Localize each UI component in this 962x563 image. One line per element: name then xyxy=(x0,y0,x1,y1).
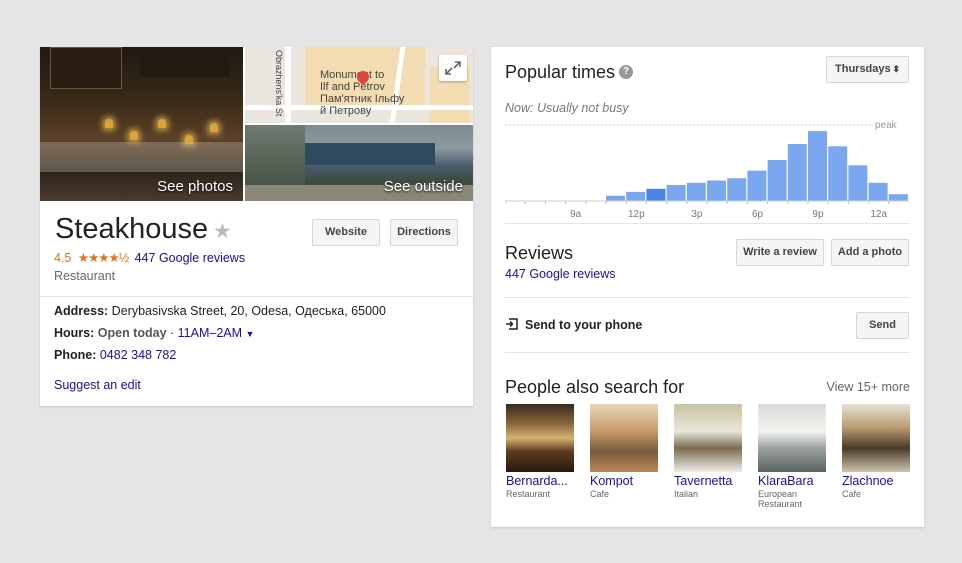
item-name[interactable]: Bernarda... xyxy=(506,474,576,488)
street-label: Obrazhens'ka St xyxy=(274,50,284,117)
send-button[interactable]: Send xyxy=(856,312,909,339)
address-value: Derybasivska Street, 20, Odesa, Одеська,… xyxy=(111,304,386,318)
divider xyxy=(505,352,910,353)
place-category: Restaurant xyxy=(54,269,116,283)
rating-value: 4.5 xyxy=(54,251,72,265)
chart-bar-12a[interactable] xyxy=(868,182,888,201)
reviews-link[interactable]: 447 Google reviews xyxy=(135,251,245,265)
item-type: Cafe xyxy=(590,489,610,499)
street-view-thumbnail[interactable]: See outside xyxy=(245,125,473,201)
chart-bar-11a[interactable] xyxy=(606,195,625,201)
also-search-item[interactable]: Bernarda... Restaurant xyxy=(506,404,576,499)
chart-bar-7p[interactable] xyxy=(767,160,787,201)
place-title: Steakhouse xyxy=(55,213,209,245)
item-type: Italian xyxy=(674,489,699,499)
chart-bar-4p[interactable] xyxy=(707,180,726,202)
chart-bar-2p[interactable] xyxy=(666,185,686,201)
day-select-value: Thursdays xyxy=(835,63,891,75)
map-thumbnail[interactable]: Obrazhens'ka St Monument to Ilf and Petr… xyxy=(245,47,473,123)
expand-icon xyxy=(445,61,461,75)
photo-interior[interactable]: See photos xyxy=(40,47,243,201)
chart-bar-5p[interactable] xyxy=(727,178,747,201)
chart-bar-6p[interactable] xyxy=(747,170,767,201)
peak-label: peak xyxy=(875,120,898,131)
send-to-phone-label: Send to your phone xyxy=(525,318,643,332)
thumbnail[interactable] xyxy=(590,404,658,472)
also-search-item[interactable]: Zlachnoe Cafe xyxy=(842,404,912,499)
day-select[interactable]: Thursdays ⬍ xyxy=(826,56,909,83)
divider xyxy=(505,223,910,224)
item-type: Cafe xyxy=(842,489,862,499)
hours-label: Hours: xyxy=(54,326,95,340)
divider xyxy=(505,297,910,298)
map-label: й Петрову xyxy=(320,105,372,117)
reviews-title: Reviews xyxy=(505,243,574,263)
phone-label: Phone: xyxy=(54,348,97,362)
rating-row: 4.5 ★★★★½ 447 Google reviews xyxy=(54,250,245,265)
hours-row: Hours: Open today · 11AM–2AM ▼ xyxy=(54,326,254,340)
hours-status: Open today xyxy=(97,326,167,340)
directions-button[interactable]: Directions xyxy=(390,219,458,246)
help-icon[interactable]: ? xyxy=(619,65,633,79)
expand-map-button[interactable] xyxy=(439,55,467,81)
write-review-button[interactable]: Write a review xyxy=(736,239,824,266)
suggest-edit-link[interactable]: Suggest an edit xyxy=(54,378,141,392)
see-photos-label[interactable]: See photos xyxy=(157,178,233,195)
chart-bar-9p[interactable] xyxy=(808,131,827,201)
popular-times-chart: peak 9a 12p 3p 6p 9p 12a xyxy=(505,120,909,220)
item-type: European Restaurant xyxy=(758,489,803,509)
also-search-item[interactable]: KlaraBara European Restaurant xyxy=(758,404,828,509)
save-star-icon[interactable]: ★ xyxy=(213,219,232,244)
chart-bar-3p[interactable] xyxy=(686,182,706,201)
chart-bar-12p[interactable] xyxy=(626,191,646,201)
map-label: Пам'ятник Ільфу xyxy=(320,93,405,105)
map-label: Monument to xyxy=(320,69,385,81)
phone-link[interactable]: 0482 348 782 xyxy=(100,348,176,362)
chevron-down-icon[interactable]: ▼ xyxy=(246,329,255,339)
map-label: Ilf and Petrov xyxy=(320,81,385,93)
view-more-link[interactable]: View 15+ more xyxy=(827,380,911,394)
website-button[interactable]: Website xyxy=(312,219,380,246)
item-name[interactable]: KlaraBara xyxy=(758,474,828,488)
address-label: Address: xyxy=(54,304,109,318)
see-outside-label[interactable]: See outside xyxy=(384,178,463,195)
busy-now-text: Now: Usually not busy xyxy=(505,101,629,115)
hours-separator: · xyxy=(166,326,178,340)
reviews-count-link[interactable]: 447 Google reviews xyxy=(505,267,615,281)
hours-dropdown[interactable]: 11AM–2AM xyxy=(178,326,242,340)
thumbnail[interactable] xyxy=(842,404,910,472)
thumbnail[interactable] xyxy=(758,404,826,472)
chart-bar-11p[interactable] xyxy=(848,165,868,201)
chart-bar-8p[interactable] xyxy=(787,144,807,201)
send-to-phone-icon xyxy=(506,318,518,330)
place-card: See photos Obrazhens'ka St Monument to I… xyxy=(40,47,473,406)
divider xyxy=(40,296,473,297)
item-name[interactable]: Kompot xyxy=(590,474,660,488)
chart-bar-1p[interactable] xyxy=(646,188,666,201)
add-photo-button[interactable]: Add a photo xyxy=(831,239,909,266)
popular-times-title: Popular times xyxy=(505,62,616,82)
chart-bar-1a[interactable] xyxy=(888,194,908,201)
updown-icon: ⬍ xyxy=(892,64,900,74)
x-tick-label: 6p xyxy=(752,209,764,220)
thumbnail[interactable] xyxy=(674,404,742,472)
info-card: Popular times ? Thursdays ⬍ Now: Usually… xyxy=(491,47,924,527)
x-tick-label: 9a xyxy=(570,209,582,220)
phone-row: Phone: 0482 348 782 xyxy=(54,348,176,362)
chart-bar-10p[interactable] xyxy=(828,146,848,201)
also-search-item[interactable]: Kompot Cafe xyxy=(590,404,660,499)
item-type: Restaurant xyxy=(506,489,551,499)
also-search-item[interactable]: Tavernetta Italian xyxy=(674,404,744,499)
x-tick-label: 3p xyxy=(691,209,703,220)
x-tick-label: 12a xyxy=(870,209,887,220)
also-search-title: People also search for xyxy=(505,377,685,397)
address-row: Address: Derybasivska Street, 20, Odesa,… xyxy=(54,304,386,318)
x-tick-label: 12p xyxy=(628,209,645,220)
item-name[interactable]: Tavernetta xyxy=(674,474,744,488)
rating-stars-icon: ★★★★½ xyxy=(77,251,129,265)
item-name[interactable]: Zlachnoe xyxy=(842,474,912,488)
send-to-phone-row[interactable]: Send to your phone xyxy=(505,317,642,332)
thumbnail[interactable] xyxy=(506,404,574,472)
x-tick-label: 9p xyxy=(813,209,825,220)
